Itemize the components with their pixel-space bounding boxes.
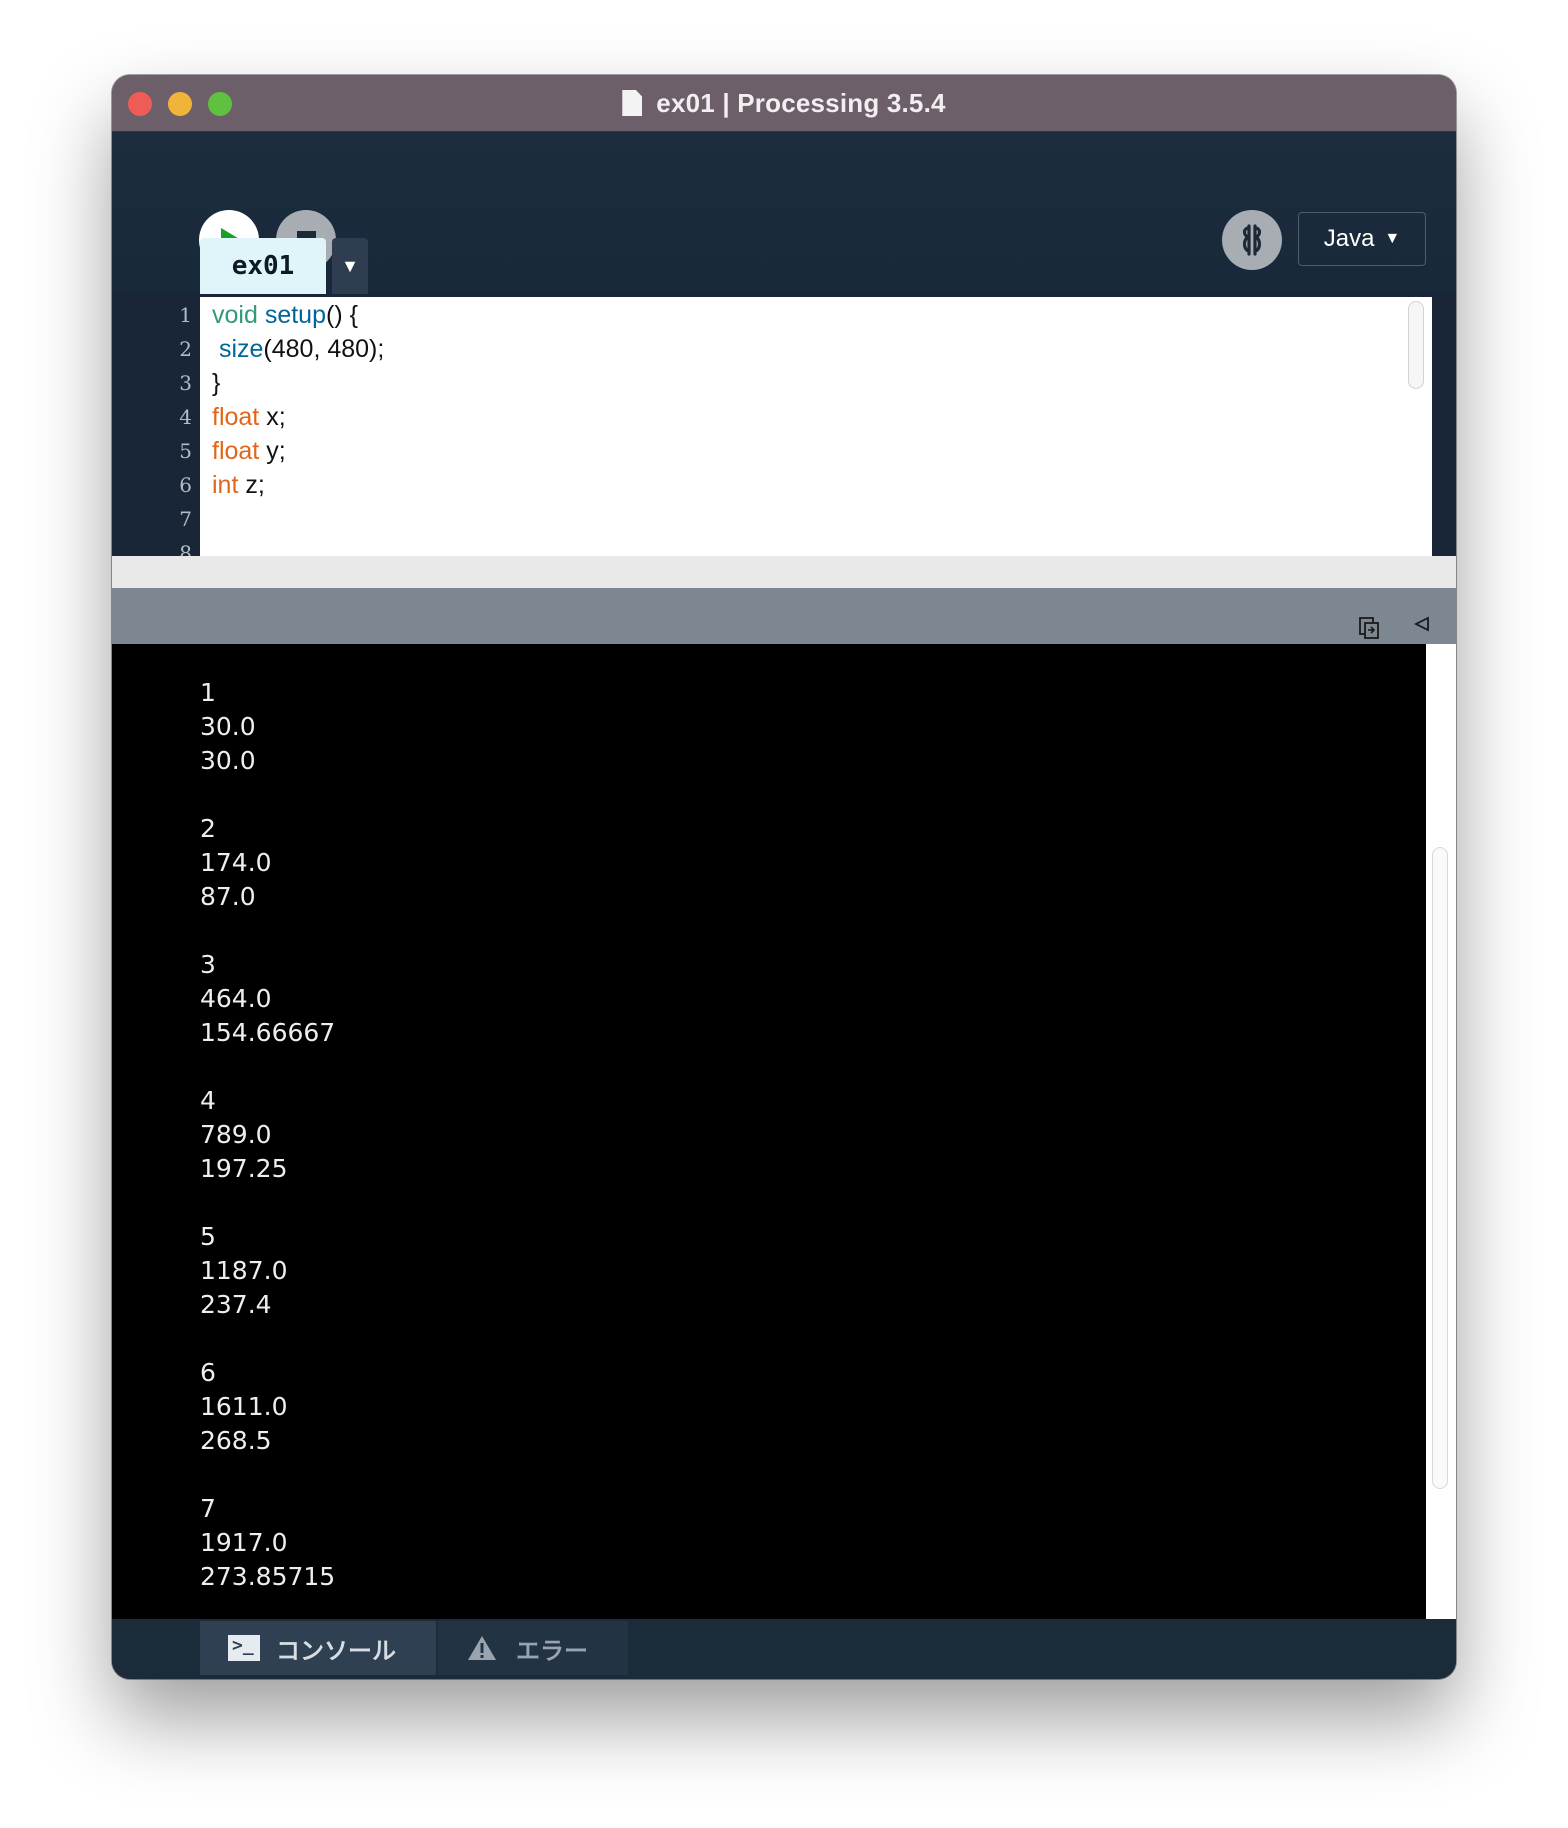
line-number: 2 [179, 337, 192, 361]
code-token: setup [264, 301, 326, 329]
code-line: int z; [212, 471, 265, 500]
console-line: 197.25 [200, 1154, 288, 1183]
code-token: float [212, 403, 260, 431]
line-number: 4 [179, 405, 192, 429]
code-token: void [212, 301, 258, 329]
line-number: 3 [179, 371, 192, 395]
code-line: } [212, 369, 220, 398]
console-line: 4 [200, 1086, 216, 1115]
console-line: 268.5 [200, 1426, 272, 1455]
error-tab-label: エラー [516, 1637, 588, 1665]
code-token: int [212, 471, 239, 499]
tab-errors[interactable]: エラー [438, 1621, 628, 1675]
console-output[interactable]: 1 30.0 30.0 2 174.0 87.0 3 464.0 154.66667 4 789.0… [112, 644, 1426, 1619]
code-line: float y; [212, 437, 286, 466]
chevron-down-icon: ▼ [1384, 230, 1401, 247]
console-line: 1 [200, 678, 216, 707]
tab-ex01[interactable]: ex01 [200, 238, 326, 294]
editor-vertical-scrollbar[interactable] [1400, 297, 1432, 556]
console-line: 273.85715 [200, 1562, 336, 1591]
code-line: float x; [212, 403, 286, 432]
code-line: size(480, 480); [212, 335, 384, 364]
code-line: void setup() { [212, 301, 358, 330]
terminal-icon: >_ [228, 1635, 260, 1661]
console-line: 1917.0 [200, 1528, 288, 1557]
processing-window: ex01 | Processing 3.5.4 Java ▼ ex01 ▼ 1 … [112, 75, 1456, 1679]
console-header [112, 588, 1456, 644]
copy-icon[interactable] [1358, 616, 1380, 640]
editor-horizontal-scrollbar[interactable] [112, 556, 1456, 588]
line-number: 5 [179, 439, 192, 463]
console-line: 464.0 [200, 984, 272, 1013]
debug-button[interactable] [1222, 210, 1282, 270]
warning-icon [468, 1636, 496, 1660]
console-line: 5 [200, 1222, 216, 1251]
console-line: 6 [200, 1358, 216, 1387]
console-line: 30.0 [200, 746, 256, 775]
tab-console[interactable]: >_ コンソール [200, 1621, 436, 1675]
line-number: 7 [179, 507, 192, 531]
code-token: } [212, 369, 221, 397]
title-bar[interactable]: ex01 | Processing 3.5.4 [112, 75, 1456, 132]
console-line: 30.0 [200, 712, 256, 741]
code-token: float [212, 437, 260, 465]
console-line: 87.0 [200, 882, 256, 911]
console-line: 237.4 [200, 1290, 272, 1319]
footer-bar: >_ コンソール エラー [112, 1619, 1456, 1679]
mode-label: Java [1323, 225, 1375, 252]
editor-scroll-thumb[interactable] [1408, 301, 1424, 389]
mode-selector[interactable]: Java ▼ [1298, 212, 1426, 266]
debugger-butterfly-icon [1242, 224, 1262, 256]
console-tab-label: コンソール [276, 1637, 396, 1665]
console-line: 789.0 [200, 1120, 272, 1149]
console-scroll-thumb[interactable] [1432, 847, 1448, 1489]
line-number: 6 [179, 473, 192, 497]
tab-menu-button[interactable]: ▼ [332, 238, 368, 294]
code-token: z; [238, 471, 265, 499]
code-token: y; [259, 437, 286, 465]
code-token: (480, 480); [263, 335, 385, 363]
window-title: ex01 | Processing 3.5.4 [656, 87, 946, 118]
console-line: 3 [200, 950, 216, 979]
console-line: 1187.0 [200, 1256, 288, 1285]
chevron-down-icon: ▼ [341, 255, 359, 276]
document-icon [622, 90, 643, 116]
collapse-console-icon[interactable] [1414, 616, 1430, 632]
line-number: 1 [179, 303, 192, 327]
code-token: () { [326, 301, 358, 329]
console-line: 174.0 [200, 848, 272, 877]
code-editor[interactable]: void setup() { size(480, 480);} float x; f… [200, 297, 1400, 556]
console-scrollbar[interactable] [1426, 644, 1456, 1619]
console-line: 7 [200, 1494, 216, 1523]
code-token: x; [259, 403, 286, 431]
code-token: size [218, 335, 264, 363]
editor-right-margin [1432, 294, 1456, 556]
console-line: 1611.0 [200, 1392, 288, 1421]
console-line: 2 [200, 814, 216, 843]
console-line: 154.66667 [200, 1018, 336, 1047]
line-number-gutter: 12345678 [112, 297, 200, 565]
